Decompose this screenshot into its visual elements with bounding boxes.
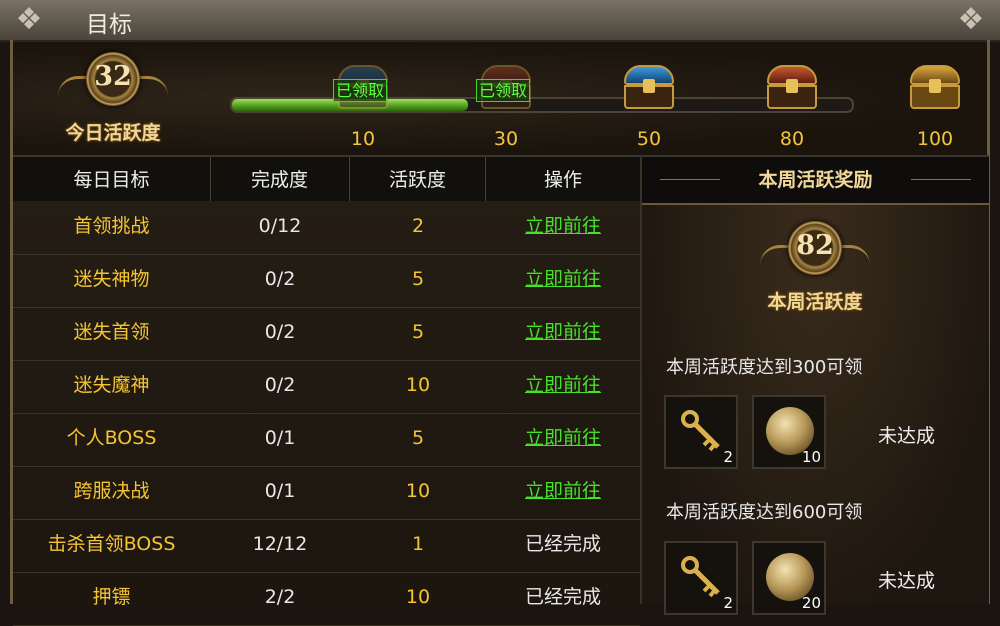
goals-table-header: 每日目标 完成度 活跃度 操作 <box>13 155 640 205</box>
table-row: 押镖 2/2 10 已经完成 <box>13 572 640 626</box>
goal-action-cell: 立即前往 <box>486 307 640 360</box>
table-row: 击杀首领BOSS 12/12 1 已经完成 <box>13 519 640 573</box>
milestone-value: 100 <box>916 128 954 150</box>
daily-activity-label: 今日活跃度 <box>65 122 161 144</box>
table-row: 迷失神物 0/2 5 立即前往 <box>13 254 640 308</box>
column-header-points: 活跃度 <box>350 157 486 203</box>
goal-points: 5 <box>411 268 425 290</box>
table-row: 跨服决战 0/1 10 立即前往 <box>13 466 640 520</box>
weekly-reward-panel: 本周活跃奖励 82 本周活跃度 本周活跃度达到300可领 2 10 未达成 本周… <box>640 155 989 615</box>
badge-wing-left <box>58 76 88 101</box>
goal-name: 迷失神物 <box>73 268 150 290</box>
item-count: 20 <box>801 594 821 612</box>
table-row: 迷失首领 0/2 5 立即前往 <box>13 307 640 361</box>
goal-points: 5 <box>411 321 425 343</box>
weekly-goal-text: 本周活跃度达到600可领 <box>666 502 863 523</box>
item-count: 10 <box>801 448 821 466</box>
goal-status: 已经完成 <box>524 586 601 608</box>
daily-activity-badge: 32 今日活跃度 <box>58 52 168 148</box>
reward-item-orb[interactable]: 10 <box>752 395 826 469</box>
goal-action-cell: 立即前往 <box>486 413 640 466</box>
column-header-action: 操作 <box>543 169 582 191</box>
go-now-link[interactable]: 立即前往 <box>525 215 601 237</box>
milestone-value: 30 <box>493 128 519 150</box>
item-count: 2 <box>723 448 733 466</box>
goal-status: 已经完成 <box>524 533 601 555</box>
goal-name: 个人BOSS <box>66 427 157 449</box>
weekly-goal-text: 本周活跃度达到300可领 <box>666 357 863 378</box>
reward-status: 未达成 <box>878 425 936 447</box>
go-now-link[interactable]: 立即前往 <box>525 321 601 343</box>
reward-status: 未达成 <box>878 570 936 592</box>
claimed-label-10: 已领取 <box>333 79 388 102</box>
badge-wing-right <box>138 76 168 101</box>
goal-progress: 0/1 <box>264 427 296 449</box>
goal-points: 1 <box>411 533 425 555</box>
go-now-link[interactable]: 立即前往 <box>525 268 601 290</box>
weekly-activity-label: 本周活跃度 <box>767 291 863 313</box>
goal-points: 2 <box>411 215 425 237</box>
goal-progress: 0/12 <box>258 215 302 237</box>
goal-action-cell: 立即前往 <box>486 466 640 519</box>
window-title: 目标 <box>86 12 132 38</box>
goal-points: 10 <box>405 480 431 502</box>
dragon-ornament-icon: ❖ <box>15 2 43 37</box>
activity-progress-bar <box>230 97 854 113</box>
go-now-link[interactable]: 立即前往 <box>525 374 601 396</box>
milestone-value: 50 <box>636 128 662 150</box>
goal-progress: 12/12 <box>252 533 308 555</box>
column-header-goal: 每日目标 <box>13 157 211 203</box>
weekly-reward-title: 本周活跃奖励 <box>758 169 873 191</box>
go-now-link[interactable]: 立即前往 <box>525 480 601 502</box>
goals-table-body: 首领挑战 0/12 2 立即前往 迷失神物 0/2 5 立即前往 迷失首领 0/… <box>13 201 640 626</box>
table-row: 首领挑战 0/12 2 立即前往 <box>13 201 640 255</box>
goal-action-cell: 立即前往 <box>486 201 640 254</box>
milestone-value: 80 <box>779 128 805 150</box>
goal-name: 迷失首领 <box>73 321 150 343</box>
goal-name: 跨服决战 <box>73 480 150 502</box>
goal-action-cell: 立即前往 <box>486 254 640 307</box>
claimed-label-30: 已领取 <box>476 79 531 102</box>
goal-name: 迷失魔神 <box>73 374 150 396</box>
title-bar: ❖ 目标 ❖ <box>0 0 1000 42</box>
goal-progress: 0/1 <box>264 480 296 502</box>
daily-activity-value: 32 <box>94 61 132 92</box>
goal-name: 击杀首领BOSS <box>47 533 176 555</box>
milestone-chest-50[interactable] <box>620 63 678 111</box>
key-icon <box>681 556 720 598</box>
goal-action-cell: 立即前往 <box>486 360 640 413</box>
weekly-reward-header: 本周活跃奖励 <box>642 155 989 205</box>
reward-item-key[interactable]: 2 <box>664 395 738 469</box>
milestone-chest-80[interactable] <box>763 63 821 111</box>
goal-name: 押镖 <box>92 586 131 608</box>
table-row: 迷失魔神 0/2 10 立即前往 <box>13 360 640 414</box>
milestone-value: 10 <box>350 128 376 150</box>
goal-name: 首领挑战 <box>73 215 150 237</box>
goal-progress: 0/2 <box>264 321 296 343</box>
dragon-ornament-icon: ❖ <box>957 2 985 37</box>
table-row: 个人BOSS 0/1 5 立即前往 <box>13 413 640 467</box>
header-ornament-right <box>911 179 971 180</box>
weekly-activity-value: 82 <box>796 230 834 261</box>
goal-points: 10 <box>405 374 431 396</box>
go-now-link[interactable]: 立即前往 <box>525 427 601 449</box>
weekly-activity-badge: 82 本周活跃度 <box>760 221 870 317</box>
goal-progress: 0/2 <box>264 268 296 290</box>
goal-progress: 0/2 <box>264 374 296 396</box>
item-count: 2 <box>723 594 733 612</box>
key-icon <box>681 410 720 452</box>
goal-points: 5 <box>411 427 425 449</box>
goal-progress: 2/2 <box>264 586 296 608</box>
milestone-chest-100[interactable] <box>906 63 964 111</box>
column-header-progress: 完成度 <box>210 157 350 203</box>
goal-points: 10 <box>405 586 431 608</box>
